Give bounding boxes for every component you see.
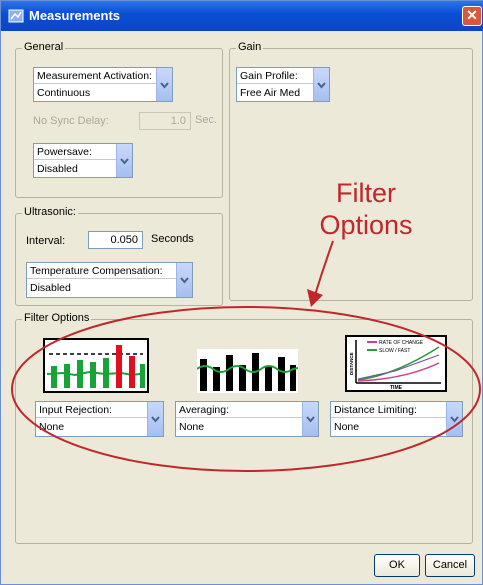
title-bar[interactable]: Measurements ✕ (1, 1, 483, 31)
powersave-dropdown-button[interactable] (116, 144, 132, 177)
temperature-compensation-value: Disabled (30, 282, 71, 294)
general-group-label: General (22, 41, 66, 53)
powersave-value: Disabled (37, 163, 78, 175)
gain-profile-label: Gain Profile: (240, 70, 298, 82)
annotation-line-2: Options (319, 210, 413, 240)
annotation-arrow (307, 240, 334, 307)
chevron-down-icon (120, 157, 129, 165)
annotation-ellipse (11, 306, 481, 472)
gain-group-label: Gain (236, 41, 264, 53)
close-icon: ✕ (466, 7, 478, 23)
gain-profile-dropdown-button[interactable] (313, 68, 329, 101)
measurement-activation-select[interactable]: Measurement Activation: Continuous (33, 67, 173, 102)
sync-delay-unit: Sec. (195, 114, 218, 126)
temperature-compensation-dropdown-button[interactable] (176, 263, 192, 297)
gain-profile-select[interactable]: Gain Profile: Free Air Med (236, 67, 330, 102)
ultrasonic-group-label: Ultrasonic: (22, 206, 78, 218)
powersave-select[interactable]: Powersave: Disabled (33, 143, 133, 178)
powersave-label: Powersave: (37, 146, 92, 158)
chevron-down-icon (160, 81, 169, 89)
temperature-compensation-label: Temperature Compensation: (30, 265, 163, 277)
app-icon (8, 9, 24, 23)
gain-profile-value: Free Air Med (240, 87, 301, 99)
measurements-window: Measurements ✕ General Measurement Activ… (0, 0, 483, 585)
measurement-activation-dropdown-button[interactable] (156, 68, 172, 101)
measurement-activation-value: Continuous (37, 87, 91, 99)
ok-button[interactable]: OK (374, 554, 420, 577)
temperature-compensation-select[interactable]: Temperature Compensation: Disabled (26, 262, 193, 298)
cancel-button[interactable]: Cancel (425, 554, 475, 577)
measurement-activation-label: Measurement Activation: (37, 70, 152, 82)
interval-unit: Seconds (151, 233, 194, 245)
window-title: Measurements (29, 8, 121, 23)
sync-delay-label: No Sync Delay: (33, 115, 109, 127)
interval-label: Interval: (26, 235, 66, 247)
chevron-down-icon (317, 81, 326, 89)
annotation-text: Filter Options (301, 177, 431, 241)
annotation-line-1: Filter (336, 178, 396, 208)
sync-delay-input[interactable]: 1.0 (139, 112, 191, 130)
close-button[interactable]: ✕ (462, 6, 482, 26)
chevron-down-icon (180, 277, 189, 284)
interval-input[interactable]: 0.050 (88, 231, 143, 249)
